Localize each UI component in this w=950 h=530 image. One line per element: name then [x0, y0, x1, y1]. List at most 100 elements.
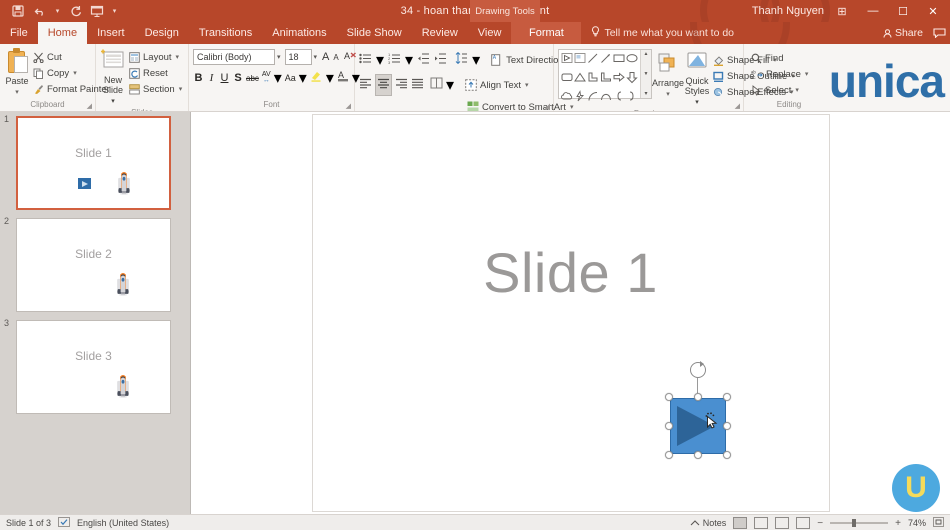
layout-caret[interactable]: ▾ [176, 53, 180, 61]
slide-title-text[interactable]: Slide 1 [313, 240, 829, 305]
thumbnail-item[interactable]: 3 Slide 3 [4, 318, 182, 414]
justify-button[interactable] [411, 76, 424, 94]
section-button[interactable]: Section ▾ [126, 81, 185, 97]
select-caret[interactable]: ▾ [795, 86, 799, 94]
thumbnail-slide-1[interactable]: Slide 1 [16, 116, 171, 210]
shape-corner-icon[interactable] [587, 71, 599, 89]
slide-sorter-view-button[interactable] [754, 517, 769, 529]
character-spacing-caret[interactable]: ▾ [274, 68, 282, 88]
clipboard-dialog-launcher[interactable]: ◢ [87, 102, 92, 110]
tab-review[interactable]: Review [412, 22, 468, 44]
font-name-caret[interactable]: ▾ [277, 53, 281, 61]
shapes-scroll-down[interactable]: ▼ [644, 71, 649, 77]
handle-bottom-center[interactable] [693, 451, 702, 459]
slide-edit-area[interactable]: Slide 1 [191, 112, 950, 514]
paste-button[interactable]: Paste ▾ [4, 46, 30, 98]
font-dialog-launcher[interactable]: ◢ [346, 102, 351, 110]
replace-caret[interactable]: ▾ [805, 70, 809, 78]
slide-canvas[interactable]: Slide 1 [311, 114, 830, 512]
arrange-button[interactable]: Arrange ▾ [652, 49, 684, 100]
zoom-level-label[interactable]: 74% [908, 518, 926, 528]
font-size-combobox[interactable]: 18 [284, 49, 312, 65]
thumbnail-slide-3[interactable]: Slide 3 [16, 320, 171, 414]
tab-transitions[interactable]: Transitions [189, 22, 262, 44]
handle-top-right[interactable] [722, 393, 731, 401]
change-case-caret[interactable]: ▾ [299, 68, 307, 88]
shape-right-arrow-icon[interactable] [613, 71, 625, 89]
shape-down-arrow-icon[interactable] [626, 71, 638, 89]
close-button[interactable]: ✕ [918, 0, 948, 22]
thumbnail-item[interactable]: 1 Slide 1 [4, 114, 182, 210]
text-shadow-button[interactable]: S [233, 72, 243, 84]
shape-rounded-rectangle-icon[interactable] [561, 71, 573, 89]
handle-top-center[interactable] [693, 393, 702, 401]
tab-animations[interactable]: Animations [262, 22, 336, 44]
change-case-button[interactable]: Aa [285, 73, 296, 83]
thumbnail-item[interactable]: 2 Slide 2 [4, 216, 182, 312]
align-right-button[interactable] [395, 76, 408, 94]
shape-brace-right-icon[interactable] [626, 90, 638, 108]
paragraph-dialog-launcher[interactable]: ◢ [545, 102, 550, 110]
character-spacing-button[interactable]: AV ↔ [262, 71, 271, 84]
handle-middle-right[interactable] [722, 422, 731, 430]
bold-button[interactable]: B [193, 72, 204, 84]
undo-dropdown-caret[interactable]: ▾ [52, 2, 63, 20]
shape-textbox-icon[interactable] [561, 52, 573, 70]
decrease-indent-button[interactable] [417, 51, 430, 69]
align-text-caret[interactable]: ▾ [525, 81, 529, 89]
slide-thumbnail-pane[interactable]: 1 Slide 1 2 Slide 2 3 Slide 3 [0, 112, 190, 514]
paste-caret[interactable]: ▾ [15, 87, 19, 98]
tell-me-search[interactable]: Tell me what you want to do [581, 22, 734, 44]
shapes-more-button[interactable]: ▾ [644, 90, 647, 97]
new-slide-button[interactable]: New Slide ▾ [100, 46, 126, 107]
shape-arc-icon[interactable] [587, 90, 599, 108]
spellcheck-icon[interactable] [58, 516, 70, 529]
text-highlight-color-button[interactable] [310, 69, 323, 87]
zoom-slider-thumb[interactable] [852, 519, 857, 527]
zoom-out-button[interactable]: − [817, 518, 823, 529]
normal-view-button[interactable] [733, 517, 748, 529]
selected-play-shape[interactable] [664, 361, 731, 459]
shape-lightning-icon[interactable] [574, 90, 586, 108]
align-text-button[interactable]: Align Text ▾ [462, 77, 532, 93]
bullets-caret[interactable]: ▾ [376, 50, 384, 70]
handle-bottom-left[interactable] [664, 451, 673, 459]
shapes-scroll-up[interactable]: ▲ [644, 51, 649, 57]
handle-top-left[interactable] [664, 393, 673, 401]
shape-picture-icon[interactable] [574, 52, 586, 70]
arrange-caret[interactable]: ▾ [666, 89, 670, 100]
undo-icon[interactable] [30, 2, 50, 20]
shapes-gallery[interactable]: ▲ ▼ ▾ [558, 49, 652, 102]
reading-view-button[interactable] [775, 517, 790, 529]
shape-brace-left-icon[interactable] [613, 90, 625, 108]
handle-bottom-right[interactable] [722, 451, 731, 459]
find-button[interactable]: Find [748, 50, 811, 66]
select-button[interactable]: Select ▾ [748, 82, 811, 98]
shape-line-arrow-icon[interactable] [600, 52, 612, 70]
share-button[interactable]: Share [883, 27, 923, 39]
copy-caret[interactable]: ▾ [73, 69, 77, 77]
highlight-caret[interactable]: ▾ [326, 68, 334, 88]
account-switch-icon[interactable]: ⊞ [832, 0, 852, 22]
columns-button[interactable] [430, 76, 443, 94]
bullets-button[interactable] [359, 51, 372, 69]
start-slideshow-icon[interactable] [87, 2, 107, 20]
shape-curve-icon[interactable] [600, 90, 612, 108]
shape-rectangle-icon[interactable] [613, 52, 625, 70]
increase-indent-button[interactable] [434, 51, 447, 69]
quick-styles-button[interactable]: Quick Styles ▾ [684, 49, 710, 108]
align-center-button[interactable] [375, 74, 392, 96]
save-icon[interactable] [8, 2, 28, 20]
reset-button[interactable]: Reset [126, 65, 185, 81]
comments-button[interactable] [933, 28, 946, 38]
fit-to-window-button[interactable] [933, 517, 944, 529]
shape-line-icon[interactable] [587, 52, 599, 70]
replace-button[interactable]: ab ac Replace ▾ [748, 66, 811, 82]
layout-button[interactable]: Layout ▾ [126, 49, 185, 65]
quick-access-toolbar[interactable]: ▾ ▾ [0, 2, 120, 20]
shape-l-shape-icon[interactable] [600, 71, 612, 89]
user-account-name[interactable]: Thanh Nguyen [752, 5, 824, 17]
zoom-slider[interactable] [830, 519, 889, 527]
tab-slide-show[interactable]: Slide Show [337, 22, 412, 44]
tab-view[interactable]: View [468, 22, 512, 44]
